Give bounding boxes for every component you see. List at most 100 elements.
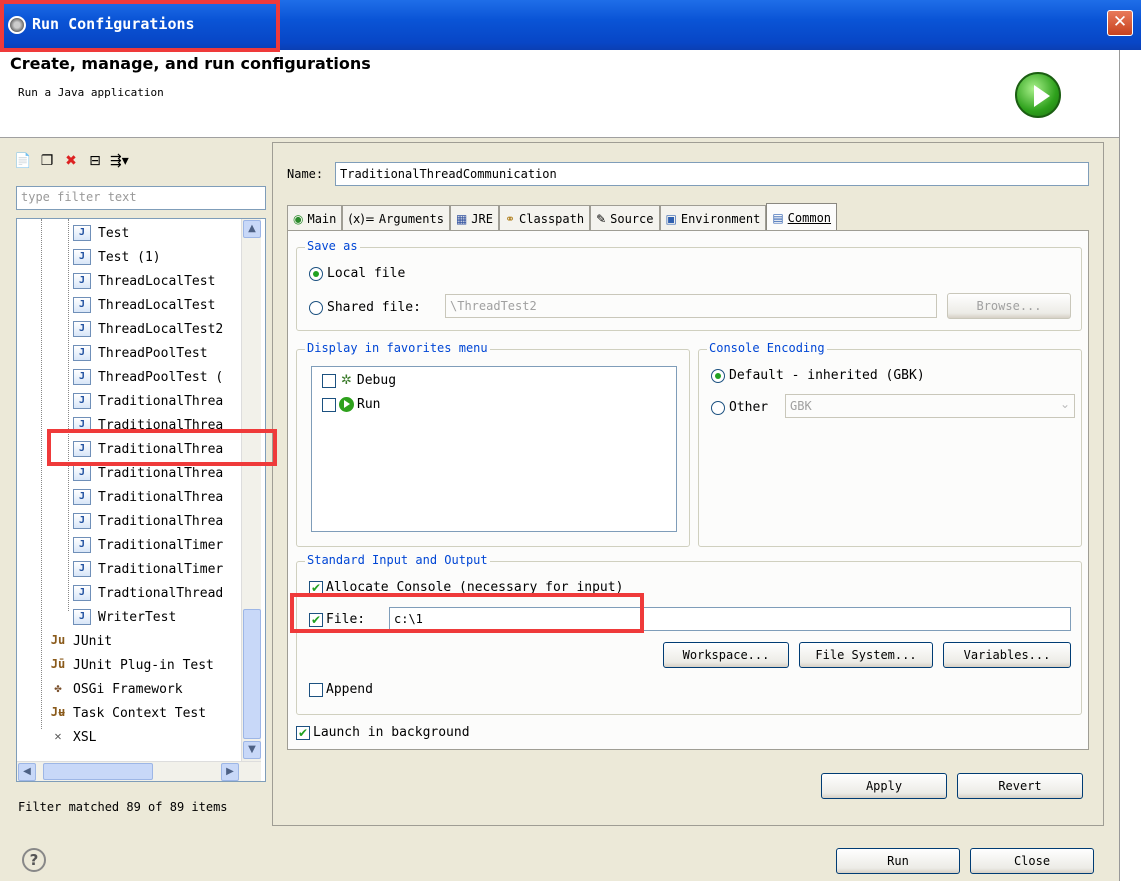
- run-button[interactable]: Run: [836, 848, 960, 874]
- workspace-button[interactable]: Workspace...: [663, 642, 789, 668]
- junit-icon: Ju: [50, 633, 66, 647]
- scroll-thumb[interactable]: [43, 763, 153, 780]
- other-encoding-select[interactable]: GBK ⌄: [785, 394, 1075, 418]
- tree-item[interactable]: J TraditionalThrea: [73, 511, 223, 531]
- console-encoding-title: Console Encoding: [707, 341, 827, 355]
- close-button[interactable]: Close: [970, 848, 1094, 874]
- delete-icon[interactable]: ✖: [62, 152, 80, 170]
- tab-source[interactable]: ✎ Source: [590, 205, 660, 231]
- tree-item[interactable]: J TraditionalThrea: [73, 415, 223, 435]
- tree-item[interactable]: J ThreadPoolTest: [73, 343, 208, 363]
- tree-item[interactable]: J TraditionalThrea: [73, 487, 223, 507]
- radio-selected-icon: [711, 368, 725, 383]
- tree-item[interactable]: J TradtionalThread: [73, 583, 223, 603]
- scroll-down-icon[interactable]: ▼: [243, 741, 261, 759]
- dialog-header: Create, manage, and run configurations R…: [0, 50, 1119, 138]
- tree-item[interactable]: J ThreadLocalTest2: [73, 319, 223, 339]
- tree-category-osgi[interactable]: ✤ OSGi Framework: [49, 679, 182, 699]
- java-class-icon: J: [73, 345, 91, 361]
- name-field[interactable]: TraditionalThreadCommunication: [335, 162, 1089, 186]
- background-window-strip: [1119, 50, 1141, 881]
- favorite-debug-checkbox[interactable]: ✲ Debug: [322, 373, 396, 388]
- scroll-right-icon[interactable]: ▶: [221, 763, 239, 781]
- classpath-icon: ⚭: [504, 211, 516, 226]
- shared-file-radio[interactable]: Shared file:: [309, 300, 421, 315]
- filter-icon[interactable]: ⇶▾: [110, 152, 129, 170]
- java-class-icon: J: [73, 273, 91, 289]
- duplicate-icon[interactable]: ❐: [38, 152, 56, 170]
- tab-classpath[interactable]: ⚭ Classpath: [498, 205, 591, 231]
- java-class-icon: J: [73, 393, 91, 409]
- tab-jre[interactable]: ▦ JRE: [449, 205, 499, 231]
- tab-environment[interactable]: ▣ Environment: [659, 205, 767, 231]
- common-icon: ▤: [772, 210, 784, 225]
- java-class-icon: J: [73, 321, 91, 337]
- main-icon: ◉: [293, 211, 304, 226]
- radio-icon: [711, 400, 725, 415]
- collapse-all-icon[interactable]: ⊟: [86, 152, 104, 170]
- tree-item[interactable]: J Test (1): [73, 247, 161, 267]
- shared-file-input[interactable]: \ThreadTest2: [445, 294, 937, 318]
- file-output-checkbox[interactable]: ✔ File:: [309, 612, 365, 627]
- tree-item[interactable]: J ThreadLocalTest: [73, 295, 215, 315]
- tree-item[interactable]: J TraditionalThrea: [73, 463, 223, 483]
- tree-item[interactable]: J TraditionalThrea: [73, 391, 223, 411]
- name-label: Name:: [287, 167, 324, 181]
- tree-item[interactable]: J TraditionalTimer: [73, 535, 223, 555]
- configurations-panel: 📄 ❐ ✖ ⊟ ⇶▾ type filter text J Test J Test …: [8, 142, 266, 826]
- apply-button[interactable]: Apply: [821, 773, 947, 799]
- close-window-button[interactable]: ✕: [1107, 10, 1133, 36]
- new-config-icon[interactable]: 📄: [14, 152, 32, 170]
- checkbox-checked-icon: ✔: [309, 580, 323, 595]
- tree-item[interactable]: J ThreadPoolTest (: [73, 367, 223, 387]
- tree-category-task-context[interactable]: Jʉ Task Context Test: [49, 703, 206, 723]
- revert-button[interactable]: Revert: [957, 773, 1083, 799]
- run-banner-icon: [1015, 72, 1061, 118]
- other-encoding-radio[interactable]: Other: [711, 400, 768, 415]
- append-checkbox[interactable]: Append: [309, 682, 373, 697]
- variables-button[interactable]: Variables...: [943, 642, 1071, 668]
- chevron-down-icon: ⌄: [1059, 397, 1070, 411]
- tree-item[interactable]: J WriterTest: [73, 607, 176, 627]
- tree-category-junit-plugin[interactable]: Jū JUnit Plug-in Test: [49, 655, 214, 675]
- tab-common[interactable]: ▤ Common: [766, 203, 838, 231]
- standard-io-title: Standard Input and Output: [305, 553, 490, 567]
- favorite-run-checkbox[interactable]: Run: [322, 397, 380, 412]
- jre-icon: ▦: [455, 211, 468, 226]
- scroll-thumb[interactable]: [243, 609, 261, 739]
- tree-item[interactable]: J Test: [73, 223, 129, 243]
- local-file-radio[interactable]: Local file: [309, 266, 405, 281]
- tab-arguments[interactable]: (x)= Arguments: [342, 205, 450, 231]
- output-file-input[interactable]: c:\1: [389, 607, 1071, 631]
- tree-category-junit[interactable]: Ju JUnit: [49, 631, 112, 651]
- arguments-icon: (x)=: [348, 211, 375, 226]
- config-tabs: ◉ Main (x)= Arguments ▦ JRE ⚭ Classpath ✎ Sou…: [287, 203, 838, 231]
- scroll-left-icon[interactable]: ◀: [18, 763, 36, 781]
- java-class-icon: J: [73, 249, 91, 265]
- scroll-up-icon[interactable]: ▲: [243, 220, 261, 238]
- configuration-tree: J Test J Test (1) J ThreadLocalTest J Thread…: [16, 218, 266, 782]
- file-system-button[interactable]: File System...: [799, 642, 933, 668]
- radio-icon: [309, 300, 323, 315]
- junit-plugin-icon: Jū: [50, 657, 66, 671]
- tree-item[interactable]: J ThreadLocalTest: [73, 271, 215, 291]
- debug-icon: ✲: [341, 373, 352, 388]
- tab-main[interactable]: ◉ Main: [287, 205, 343, 231]
- filter-input[interactable]: type filter text: [16, 186, 266, 210]
- tree-horizontal-scrollbar[interactable]: ◀ ▶: [17, 761, 261, 781]
- launch-background-checkbox[interactable]: ✔ Launch in background: [296, 725, 470, 740]
- tree-guide: [68, 219, 69, 611]
- environment-icon: ▣: [665, 211, 677, 226]
- help-icon[interactable]: ?: [22, 848, 46, 872]
- default-encoding-radio[interactable]: Default - inherited (GBK): [711, 368, 925, 383]
- save-as-group: Save as Local file Shared file: \ThreadT…: [296, 239, 1082, 331]
- tree-item[interactable]: J TraditionalTimer: [73, 559, 223, 579]
- header-subtitle: Run a Java application: [18, 86, 164, 99]
- allocate-console-checkbox[interactable]: ✔ Allocate Console (necessary for input): [309, 580, 623, 595]
- osgi-icon: ✤: [54, 681, 62, 695]
- tree-category-xsl[interactable]: ✕ XSL: [49, 727, 96, 747]
- tree-item-selected[interactable]: J TraditionalThrea: [73, 439, 223, 459]
- browse-button[interactable]: Browse...: [947, 293, 1071, 319]
- tree-vertical-scrollbar[interactable]: ▲ ▼: [241, 219, 261, 761]
- java-class-icon: J: [73, 441, 91, 457]
